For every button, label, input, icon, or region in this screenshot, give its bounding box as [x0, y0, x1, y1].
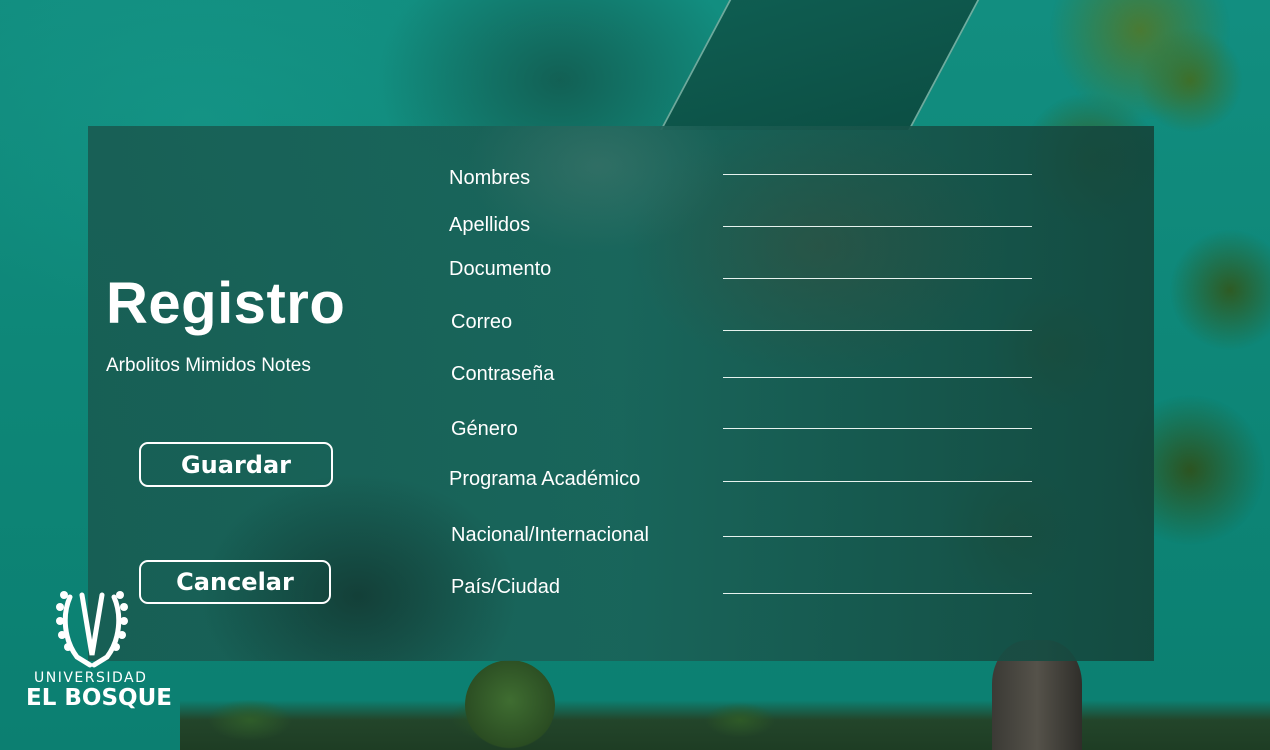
logo-line-2: EL BOSQUE [26, 685, 172, 711]
logo-line-1: UNIVERSIDAD [34, 670, 148, 686]
ground-image [180, 700, 1270, 750]
field-input-documento[interactable] [723, 278, 1032, 279]
field-input-genero[interactable] [723, 428, 1032, 429]
field-input-contrasena[interactable] [723, 377, 1032, 378]
save-button[interactable]: Guardar [139, 442, 333, 487]
field-input-correo[interactable] [723, 330, 1032, 331]
small-tree-image [465, 660, 555, 750]
cancel-button[interactable]: Cancelar [139, 560, 331, 604]
field-label-nombres: Nombres [449, 167, 531, 189]
field-label-genero: Género [451, 418, 518, 440]
field-label-contrasena: Contraseña [451, 363, 555, 385]
field-input-apellidos[interactable] [723, 226, 1032, 227]
field-label-correo: Correo [451, 311, 513, 333]
page-subtitle: Arbolitos Mimidos Notes [106, 355, 311, 376]
field-input-pais-ciudad[interactable] [723, 593, 1032, 594]
registration-screen: Registro Arbolitos Mimidos Notes Guardar… [0, 0, 1270, 750]
field-label-apellidos: Apellidos [449, 214, 531, 236]
field-label-documento: Documento [449, 258, 552, 280]
field-input-programa[interactable] [723, 481, 1032, 482]
field-label-programa: Programa Académico [449, 468, 641, 490]
field-input-nacionalidad[interactable] [723, 536, 1032, 537]
field-label-nacionalidad: Nacional/Internacional [451, 524, 649, 546]
page-title: Registro [106, 271, 346, 336]
field-input-nombres[interactable] [723, 174, 1032, 175]
field-label-pais-ciudad: País/Ciudad [451, 576, 560, 598]
